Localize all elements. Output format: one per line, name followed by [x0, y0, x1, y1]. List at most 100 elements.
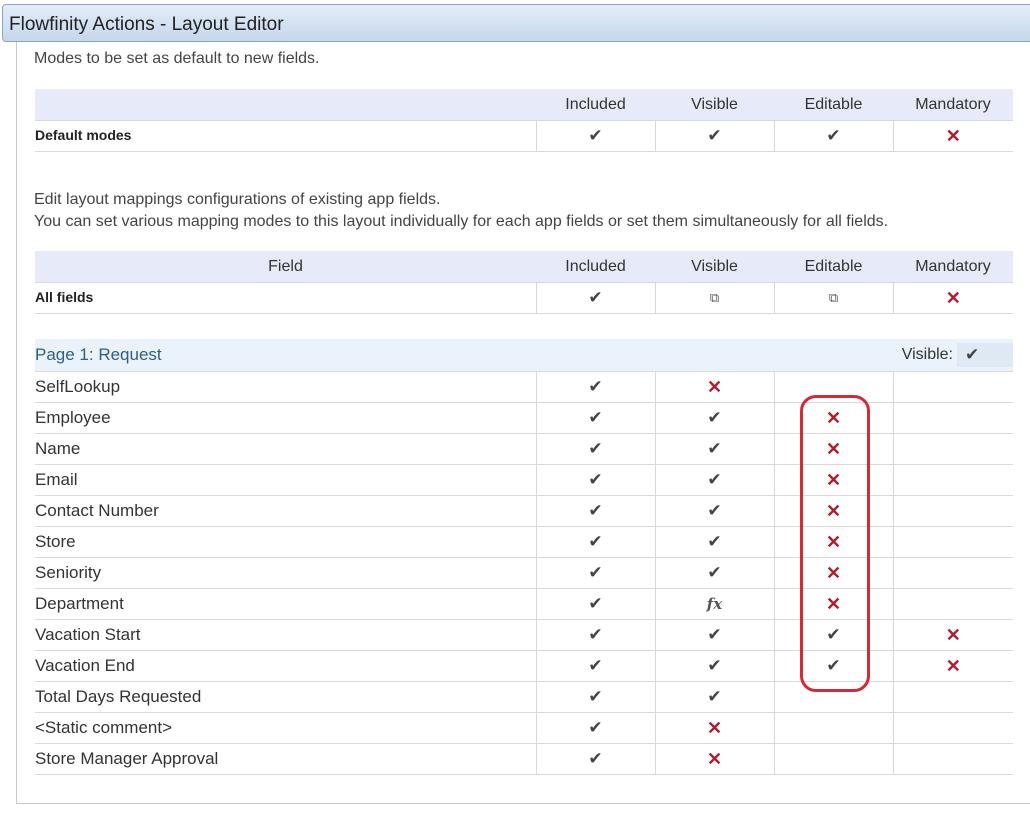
- partial-copy-icon: ⧉: [828, 290, 839, 305]
- table-row: Vacation End ✔ ✔ ✔ ✕: [35, 650, 1013, 682]
- mode-cell-visible[interactable]: ✕: [654, 712, 774, 744]
- mode-cell-mandatory[interactable]: [892, 495, 1013, 527]
- checkmark-icon: ✔: [588, 687, 603, 706]
- mode-cell-visible[interactable]: ✔: [654, 619, 774, 651]
- checkmark-icon: ✔: [707, 687, 722, 706]
- row-label: Vacation Start: [35, 619, 536, 651]
- mode-cell-included[interactable]: ✔: [535, 681, 655, 713]
- checkmark-icon: ✔: [707, 501, 722, 520]
- page-label[interactable]: Page 1: Request: [35, 345, 162, 364]
- mode-cell-mandatory[interactable]: ✕: [892, 650, 1013, 682]
- default-modes-table: Included Visible Editable Mandatory Defa…: [35, 89, 1013, 152]
- mode-cell-included[interactable]: ✔: [535, 650, 655, 682]
- mode-cell-visible[interactable]: ✔: [654, 526, 774, 558]
- table-row: Email ✔ ✔ ✕: [35, 464, 1013, 496]
- window-titlebar: Flowfinity Actions - Layout Editor: [2, 4, 1030, 42]
- mode-cell-mandatory[interactable]: ✕: [892, 619, 1013, 651]
- mode-cell-included[interactable]: ✔: [535, 743, 655, 775]
- mode-cell-visible[interactable]: ✔: [654, 557, 774, 589]
- mode-cell-included[interactable]: ✔: [535, 282, 655, 314]
- row-label: SelfLookup: [35, 371, 536, 403]
- row-label: Email: [35, 464, 536, 496]
- cross-icon: ✕: [945, 125, 961, 146]
- mode-cell-visible[interactable]: fx: [654, 588, 774, 620]
- mode-cell-visible[interactable]: ✔: [654, 495, 774, 527]
- mode-cell-visible[interactable]: ✔: [654, 681, 774, 713]
- mode-cell-included[interactable]: ✔: [535, 120, 655, 152]
- field-label: Vacation End: [35, 656, 135, 675]
- mode-cell-included[interactable]: ✔: [535, 588, 655, 620]
- mode-cell-included[interactable]: ✔: [535, 526, 655, 558]
- mode-cell-editable[interactable]: [773, 712, 893, 744]
- row-label: Total Days Requested: [35, 681, 536, 713]
- mode-cell-mandatory[interactable]: [892, 371, 1013, 403]
- mode-cell-included[interactable]: ✔: [535, 557, 655, 589]
- mode-cell-editable[interactable]: [773, 371, 893, 403]
- mode-cell-included[interactable]: ✔: [535, 402, 655, 434]
- mode-cell-editable[interactable]: [773, 681, 893, 713]
- mode-cell-mandatory[interactable]: ✕: [892, 120, 1013, 152]
- row-label: Name: [35, 433, 536, 465]
- checkmark-icon: ✔: [588, 594, 603, 613]
- mode-cell-editable[interactable]: ⧉: [773, 282, 893, 314]
- mode-cell-editable[interactable]: [773, 743, 893, 775]
- mode-cell-editable[interactable]: ✕: [773, 495, 893, 527]
- mode-cell-mandatory[interactable]: [892, 557, 1013, 589]
- mode-cell-editable[interactable]: ✕: [773, 464, 893, 496]
- mode-cell-mandatory[interactable]: ✕: [892, 282, 1013, 314]
- checkmark-icon: ✔: [588, 439, 603, 458]
- field-label: <Static comment>: [35, 718, 173, 737]
- mode-cell-mandatory[interactable]: [892, 588, 1013, 620]
- checkmark-icon: ✔: [588, 749, 603, 768]
- field-label: SelfLookup: [35, 377, 121, 396]
- mode-cell-visible[interactable]: ✔: [654, 402, 774, 434]
- partial-copy-icon: ⧉: [709, 290, 720, 305]
- mode-cell-editable[interactable]: ✕: [773, 433, 893, 465]
- page-visible-label: Visible:: [901, 346, 953, 364]
- mode-cell-mandatory[interactable]: [892, 464, 1013, 496]
- checkmark-icon: ✔: [707, 563, 722, 582]
- mode-cell-editable[interactable]: ✔: [773, 120, 893, 152]
- cross-icon: ✕: [706, 376, 723, 397]
- cross-icon: ✕: [825, 593, 842, 614]
- mode-cell-editable[interactable]: ✔: [773, 650, 893, 682]
- mode-cell-editable[interactable]: ✔: [773, 619, 893, 651]
- mode-cell-included[interactable]: ✔: [535, 495, 655, 527]
- mode-cell-included[interactable]: ✔: [535, 619, 655, 651]
- mode-cell-mandatory[interactable]: [892, 681, 1013, 713]
- row-label: Default modes: [35, 120, 536, 152]
- mode-cell-mandatory[interactable]: [892, 433, 1013, 465]
- checkmark-icon: ✔: [707, 656, 722, 675]
- mode-cell-mandatory[interactable]: [892, 402, 1013, 434]
- mode-cell-editable[interactable]: ✕: [773, 588, 893, 620]
- mode-cell-editable[interactable]: ✕: [773, 402, 893, 434]
- table-row: <Static comment> ✔ ✕: [35, 712, 1013, 744]
- mode-cell-included[interactable]: ✔: [535, 433, 655, 465]
- column-header-visible: Visible: [655, 251, 774, 283]
- field-label: Store Manager Approval: [35, 749, 219, 768]
- mode-cell-editable[interactable]: ✕: [773, 526, 893, 558]
- mode-cell-visible[interactable]: ✔: [654, 120, 774, 152]
- checkmark-icon: ✔: [826, 625, 841, 644]
- page-visible-toggle[interactable]: ✔: [957, 343, 1013, 367]
- mode-cell-visible[interactable]: ✔: [654, 433, 774, 465]
- field-mappings-table: Field Included Visible Editable Mandator…: [35, 251, 1013, 775]
- mode-cell-visible[interactable]: ⧉: [654, 282, 774, 314]
- mode-cell-mandatory[interactable]: [892, 743, 1013, 775]
- column-header-editable: Editable: [774, 89, 893, 121]
- field-label: Department: [35, 594, 124, 613]
- mode-cell-included[interactable]: ✔: [535, 712, 655, 744]
- mode-cell-included[interactable]: ✔: [535, 464, 655, 496]
- mode-cell-editable[interactable]: ✕: [773, 557, 893, 589]
- mode-cell-visible[interactable]: ✕: [654, 743, 774, 775]
- mode-cell-visible[interactable]: ✕: [654, 371, 774, 403]
- mode-cell-mandatory[interactable]: [892, 712, 1013, 744]
- mode-cell-visible[interactable]: ✔: [654, 650, 774, 682]
- mode-cell-included[interactable]: ✔: [535, 371, 655, 403]
- cross-icon: ✕: [825, 531, 842, 552]
- mode-cell-visible[interactable]: ✔: [654, 464, 774, 496]
- checkmark-icon: ✔: [588, 408, 603, 427]
- mode-cell-mandatory[interactable]: [892, 526, 1013, 558]
- page-label-cell[interactable]: Page 1: Request: [35, 339, 893, 372]
- cross-icon: ✕: [825, 562, 842, 583]
